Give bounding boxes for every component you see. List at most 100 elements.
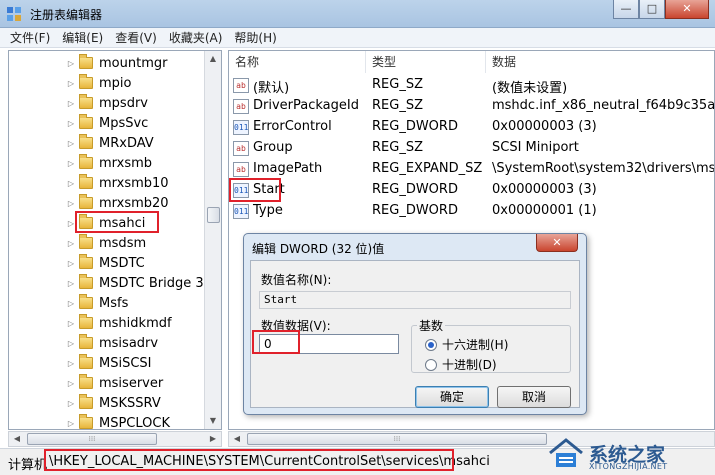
folder-icon: [79, 274, 93, 289]
expand-arrow-icon[interactable]: ▷: [65, 339, 77, 348]
menu-bar: 文件(F) 编辑(E) 查看(V) 收藏夹(A) 帮助(H): [0, 28, 715, 48]
expand-arrow-icon[interactable]: ▷: [65, 99, 77, 108]
value-name: ImagePath: [253, 161, 323, 176]
tree-item[interactable]: ▷ mpio: [9, 73, 131, 93]
tree-item[interactable]: ▷ MSiSCSI: [9, 353, 152, 373]
expand-arrow-icon[interactable]: ▷: [65, 359, 77, 368]
value-row[interactable]: ab Group REG_SZ SCSI Miniport: [229, 138, 714, 159]
expand-arrow-icon[interactable]: ▷: [65, 119, 77, 128]
expand-arrow-icon[interactable]: ▷: [65, 399, 77, 408]
radio-hex-label: 十六进制(H): [442, 338, 509, 352]
radio-hexadecimal[interactable]: 十六进制(H): [425, 336, 508, 353]
value-name: ErrorControl: [253, 119, 332, 134]
value-row[interactable]: 011 ErrorControl REG_DWORD 0x00000003 (3): [229, 117, 714, 138]
watermark-url: XITONGZHIJIA.NET: [589, 462, 668, 471]
scroll-right-icon[interactable]: ▶: [205, 432, 221, 446]
menu-help[interactable]: 帮助(H): [228, 29, 282, 46]
menu-edit[interactable]: 编辑(E): [56, 29, 109, 46]
value-row[interactable]: ab ImagePath REG_EXPAND_SZ \SystemRoot\syst…: [229, 159, 714, 180]
minimize-button[interactable]: —: [613, 0, 639, 19]
menu-favorites[interactable]: 收藏夹(A): [163, 29, 229, 46]
expand-arrow-icon[interactable]: ▷: [65, 199, 77, 208]
tree-item[interactable]: ▷ msiserver: [9, 373, 163, 393]
folder-icon: [79, 254, 93, 269]
scroll-thumb[interactable]: [207, 207, 220, 223]
window-title: 注册表编辑器: [30, 8, 103, 22]
expand-arrow-icon[interactable]: ▷: [65, 239, 77, 248]
tree-item-label: msiserver: [99, 375, 164, 391]
tree-item[interactable]: ▷ MSPCLOCK: [9, 413, 170, 429]
column-name[interactable]: 名称: [229, 51, 366, 73]
menu-view[interactable]: 查看(V): [109, 29, 163, 46]
value-type: REG_SZ: [372, 140, 423, 155]
value-data: SCSI Miniport: [492, 140, 579, 155]
expand-arrow-icon[interactable]: ▷: [65, 419, 77, 428]
tree-item[interactable]: ▷ mpsdrv: [9, 93, 148, 113]
scroll-left-icon[interactable]: ◀: [229, 432, 245, 446]
tree-item[interactable]: ▷ mountmgr: [9, 53, 167, 73]
scroll-thumb[interactable]: ⁞⁞⁞: [247, 433, 547, 445]
ok-button[interactable]: 确定: [415, 386, 489, 408]
scroll-up-icon[interactable]: ▲: [205, 51, 221, 67]
folder-icon: [79, 314, 93, 329]
tree-item[interactable]: ▷ MpsSvc: [9, 113, 148, 133]
tree-item[interactable]: ▷ mshidkmdf: [9, 313, 172, 333]
tree-item[interactable]: ▷ mrxsmb10: [9, 173, 169, 193]
tree-item[interactable]: ▷ MSDTC Bridge 3.0: [9, 273, 216, 293]
expand-arrow-icon[interactable]: ▷: [65, 79, 77, 88]
value-row[interactable]: ab DriverPackageId REG_SZ mshdc.inf_x86_neu…: [229, 96, 715, 117]
value-row[interactable]: ab (默认) REG_SZ (数值未设置): [229, 75, 714, 96]
path-highlight: [44, 449, 454, 471]
tree-item[interactable]: ▷ mrxsmb: [9, 153, 152, 173]
tree-item-label: Msfs: [99, 295, 129, 311]
tree-item[interactable]: ▷ msisadrv: [9, 333, 158, 353]
value-data: mshdc.inf_x86_neutral_f64b9c35a3a5b: [492, 98, 715, 113]
tree-item[interactable]: ▷ Msfs: [9, 293, 128, 313]
expand-arrow-icon[interactable]: ▷: [65, 139, 77, 148]
scroll-thumb[interactable]: ⁞⁞⁞: [27, 433, 157, 445]
title-bar: 注册表编辑器 — □ ✕: [0, 0, 715, 28]
expand-arrow-icon[interactable]: ▷: [65, 299, 77, 308]
value-row[interactable]: 011 Start REG_DWORD 0x00000003 (3): [229, 180, 714, 201]
scroll-down-icon[interactable]: ▼: [205, 413, 221, 429]
value-data-highlight: [252, 330, 300, 354]
folder-icon: [79, 234, 93, 249]
expand-arrow-icon[interactable]: ▷: [65, 179, 77, 188]
expand-arrow-icon[interactable]: ▷: [65, 159, 77, 168]
expand-arrow-icon[interactable]: ▷: [65, 319, 77, 328]
expand-arrow-icon[interactable]: ▷: [65, 259, 77, 268]
tree-vertical-scrollbar[interactable]: ▲ ▼: [204, 51, 221, 429]
tree-item[interactable]: ▷ MSKSSRV: [9, 393, 161, 413]
edit-dword-dialog: 编辑 DWORD (32 位)值 ✕ 数值名称(N): Start 数值数据(V…: [243, 233, 587, 415]
tree-item[interactable]: ▷ MRxDAV: [9, 133, 154, 153]
folder-icon: [79, 294, 93, 309]
folder-icon: [79, 414, 93, 429]
tree-horizontal-scrollbar[interactable]: ◀ ⁞⁞⁞ ▶: [8, 431, 222, 447]
tree-item-label: MRxDAV: [99, 135, 154, 151]
folder-icon: [79, 194, 93, 209]
column-type[interactable]: 类型: [366, 51, 486, 73]
binary-value-icon: 011: [233, 204, 249, 219]
value-data: (数值未设置): [492, 81, 568, 96]
registry-tree[interactable]: ▷ mountmgr ▷ mpio ▷ mpsdrv ▷ MpsSvc ▷ MRxDAV ▷ mrxs…: [8, 50, 222, 430]
value-row[interactable]: 011 Type REG_DWORD 0x00000001 (1): [229, 201, 714, 222]
tree-item[interactable]: ▷ msdsm: [9, 233, 146, 253]
maximize-button[interactable]: □: [639, 0, 665, 19]
expand-arrow-icon[interactable]: ▷: [65, 379, 77, 388]
dialog-close-button[interactable]: ✕: [536, 234, 578, 252]
cancel-button[interactable]: 取消: [497, 386, 571, 408]
column-data[interactable]: 数据: [486, 51, 714, 73]
tree-item-label: msdsm: [99, 235, 147, 251]
expand-arrow-icon[interactable]: ▷: [65, 279, 77, 288]
tree-item[interactable]: ▷ MSDTC: [9, 253, 145, 273]
close-button[interactable]: ✕: [665, 0, 709, 19]
expand-arrow-icon[interactable]: ▷: [65, 59, 77, 68]
menu-file[interactable]: 文件(F): [4, 29, 56, 46]
folder-icon: [79, 394, 93, 409]
scroll-left-icon[interactable]: ◀: [9, 432, 25, 446]
tree-item[interactable]: ▷ mrxsmb20: [9, 193, 169, 213]
radio-decimal[interactable]: 十进制(D): [425, 356, 497, 373]
folder-icon: [79, 114, 93, 129]
value-name: Type: [253, 203, 283, 218]
value-name: Group: [253, 140, 293, 155]
